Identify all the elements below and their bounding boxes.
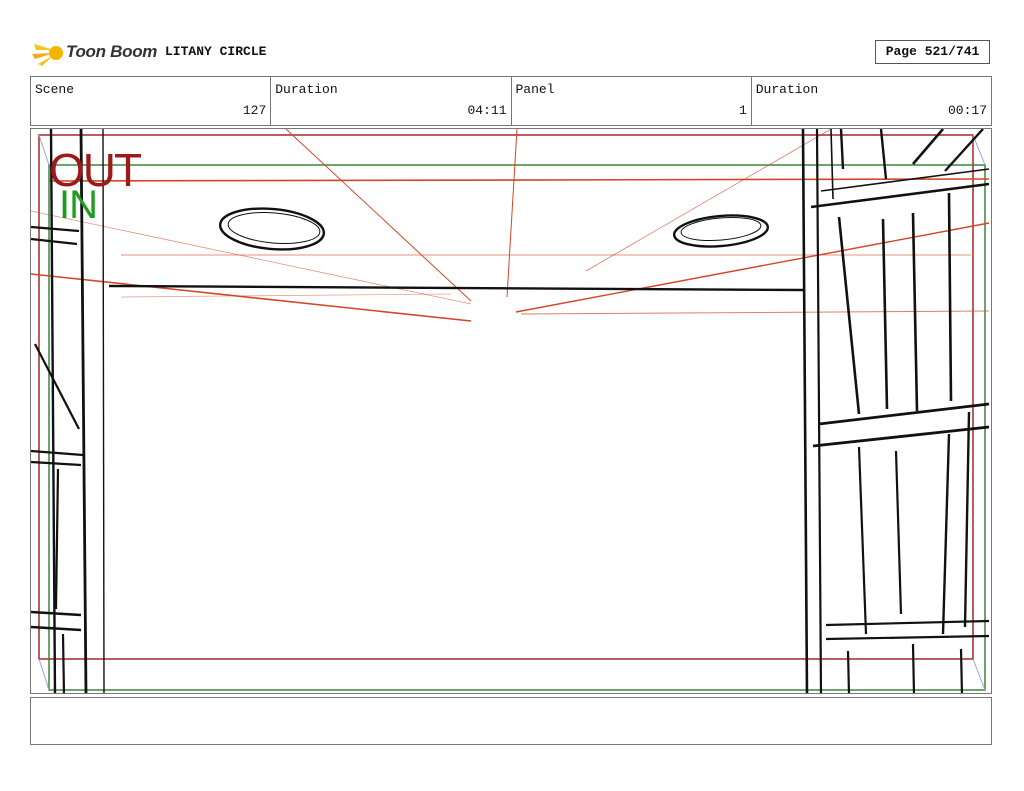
storyboard-panel: OUT IN xyxy=(30,128,992,694)
in-frame xyxy=(48,164,986,691)
panel-sketch xyxy=(31,129,990,693)
panel-value: 1 xyxy=(738,103,747,118)
scene-duration-label: Duration xyxy=(275,82,338,97)
panel-duration-label: Duration xyxy=(755,82,819,97)
scene-duration-value: 04:11 xyxy=(467,103,507,118)
toon-boom-logo: Toon Boom xyxy=(32,36,160,68)
project-title: LITANY CIRCLE xyxy=(165,44,267,59)
ceiling-lights xyxy=(218,207,770,251)
panel-notes xyxy=(30,697,992,745)
panel-cell: Panel 1 xyxy=(512,77,752,125)
scene-cell: Scene 127 xyxy=(31,77,272,125)
page-number: Page 521/741 xyxy=(875,40,990,64)
out-frame xyxy=(38,134,974,660)
right-wall xyxy=(801,129,990,693)
panel-duration-cell: Duration 00:17 xyxy=(752,77,991,125)
panel-duration-value: 00:17 xyxy=(947,103,987,118)
perspective-guides xyxy=(31,129,990,322)
logo-text: Toon Boom xyxy=(66,42,158,61)
scene-label: Scene xyxy=(35,82,75,97)
panel-label: Panel xyxy=(515,82,555,97)
info-row: Scene 127 Duration 04:11 Panel 1 Duratio… xyxy=(30,76,992,126)
comet-icon xyxy=(32,44,63,66)
scene-value: 127 xyxy=(242,103,267,118)
in-frame-label: IN xyxy=(59,183,98,227)
scene-duration-cell: Duration 04:11 xyxy=(271,77,512,125)
